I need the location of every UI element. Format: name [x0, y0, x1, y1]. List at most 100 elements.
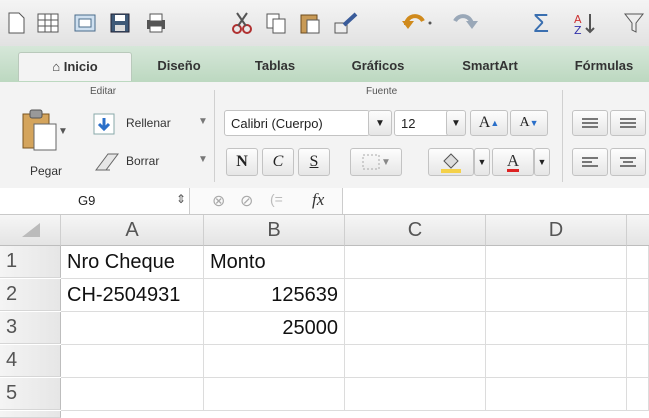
fill-color-dropdown[interactable]: ▼	[474, 148, 490, 176]
tab-tablas[interactable]: Tablas	[232, 52, 318, 80]
font-name-field[interactable]: Calibri (Cuerpo)	[224, 110, 370, 136]
tab-formulas[interactable]: Fórmulas	[556, 52, 649, 80]
format-painter-icon[interactable]	[330, 8, 362, 38]
font-name-dropdown[interactable]: ▼	[368, 110, 392, 136]
align-center-button[interactable]	[610, 148, 646, 176]
fill-icon[interactable]	[92, 112, 116, 136]
cell-d1[interactable]	[486, 246, 627, 279]
cell-b1[interactable]: Monto	[204, 246, 345, 279]
copy-icon[interactable]	[262, 8, 290, 38]
new-doc-icon[interactable]	[4, 8, 28, 38]
cell-b3[interactable]: 25000	[204, 312, 345, 345]
cell-b2[interactable]: 125639	[204, 279, 345, 312]
sort-icon[interactable]: AZ	[570, 8, 602, 38]
fill-color-button[interactable]	[428, 148, 474, 176]
column-header-b[interactable]: B	[204, 215, 345, 246]
cell-a4[interactable]	[61, 345, 204, 378]
redo-icon[interactable]	[442, 8, 482, 38]
svg-text:Z: Z	[574, 24, 582, 35]
column-header-e[interactable]	[627, 215, 649, 246]
cell-e1[interactable]	[627, 246, 649, 279]
spreadsheet-grid: A B C D 1 2 3 4 5 Nro Cheque Monto CH-25…	[0, 215, 649, 418]
font-size-field[interactable]: 12	[394, 110, 450, 136]
fill-label[interactable]: Rellenar	[126, 116, 171, 130]
clear-label[interactable]: Borrar	[126, 154, 159, 168]
group-title-fuente: Fuente	[366, 86, 398, 97]
font-color-dropdown[interactable]: ▼	[534, 148, 550, 176]
cell-e5[interactable]	[627, 378, 649, 411]
select-all-corner[interactable]	[0, 215, 61, 246]
save-icon[interactable]	[106, 8, 134, 38]
column-header-d[interactable]: D	[486, 215, 627, 246]
paste-label[interactable]: Pegar	[30, 164, 62, 178]
paint-bucket-icon	[441, 153, 461, 173]
row-header-3[interactable]: 3	[0, 312, 61, 344]
cancel-icon[interactable]: ⊗	[212, 191, 225, 211]
cell-e4[interactable]	[627, 345, 649, 378]
row-header-1[interactable]: 1	[0, 246, 61, 278]
cell-a2[interactable]: CH-2504931	[61, 279, 204, 312]
tab-inicio[interactable]: ⌂ Inicio	[18, 52, 132, 81]
align-lines-icon	[582, 118, 598, 128]
row-header-5[interactable]: 5	[0, 378, 61, 410]
bold-button[interactable]: N	[226, 148, 258, 176]
row-header-2[interactable]: 2	[0, 279, 61, 311]
clear-dropdown-arrow[interactable]: ▼	[198, 154, 208, 165]
cell-b4[interactable]	[204, 345, 345, 378]
formula-input[interactable]	[342, 188, 649, 214]
print-icon[interactable]	[142, 8, 170, 38]
cell-c3[interactable]	[345, 312, 486, 345]
filter-icon[interactable]	[620, 8, 648, 38]
column-header-a[interactable]: A	[61, 215, 204, 246]
grow-font-button[interactable]: A ▲	[470, 110, 508, 136]
tab-graficos[interactable]: Gráficos	[330, 52, 426, 80]
autosum-icon[interactable]: Σ	[523, 8, 559, 38]
font-size-dropdown[interactable]: ▼	[446, 110, 466, 136]
row-header-6[interactable]	[0, 411, 61, 418]
template-icon[interactable]	[34, 8, 62, 38]
shrink-font-button[interactable]: A ▼	[510, 110, 548, 136]
name-box-stepper-icon[interactable]: ⇕	[176, 192, 186, 206]
cell-c2[interactable]	[345, 279, 486, 312]
align-left-button[interactable]	[572, 148, 608, 176]
undo-icon[interactable]	[398, 8, 438, 38]
cell-e2[interactable]	[627, 279, 649, 312]
row-header-4[interactable]: 4	[0, 345, 61, 377]
cell-d2[interactable]	[486, 279, 627, 312]
cell-a5[interactable]	[61, 378, 204, 411]
ribbon-tab-bar: ⌂ Inicio Diseño Tablas Gráficos SmartArt…	[0, 46, 649, 83]
fx-icon[interactable]: fx	[312, 190, 324, 210]
paste-dropdown-arrow[interactable]: ▼	[58, 126, 68, 137]
cell-a3[interactable]	[61, 312, 204, 345]
open-icon[interactable]	[70, 8, 100, 38]
corner-triangle-icon	[22, 223, 40, 237]
confirm-icon[interactable]: ⊘	[240, 191, 253, 211]
cell-c1[interactable]	[345, 246, 486, 279]
paste-large-icon[interactable]	[20, 108, 60, 152]
column-header-c[interactable]: C	[345, 215, 486, 246]
cell-b5[interactable]	[204, 378, 345, 411]
font-color-button[interactable]: A	[492, 148, 534, 176]
cut-icon[interactable]	[228, 8, 256, 38]
name-box[interactable]: G9	[0, 188, 190, 214]
cell-e3[interactable]	[627, 312, 649, 345]
cell-d3[interactable]	[486, 312, 627, 345]
align-top-button[interactable]	[572, 110, 608, 136]
tab-diseno[interactable]: Diseño	[136, 52, 222, 80]
cell-c4[interactable]	[345, 345, 486, 378]
cell-c5[interactable]	[345, 378, 486, 411]
cell-d4[interactable]	[486, 345, 627, 378]
group-title-editar: Editar	[90, 86, 117, 97]
borders-button[interactable]: ▼	[350, 148, 402, 176]
eraser-icon[interactable]	[92, 150, 122, 174]
equals-icon[interactable]: (=	[270, 191, 283, 207]
cell-d5[interactable]	[486, 378, 627, 411]
align-middle-button[interactable]	[610, 110, 646, 136]
underline-button[interactable]: S	[298, 148, 330, 176]
fill-dropdown-arrow[interactable]: ▼	[198, 116, 208, 127]
tab-smartart[interactable]: SmartArt	[440, 52, 540, 80]
cell-a1[interactable]: Nro Cheque	[61, 246, 204, 279]
group-divider	[214, 90, 215, 182]
paste-icon[interactable]	[296, 8, 324, 38]
italic-button[interactable]: C	[262, 148, 294, 176]
